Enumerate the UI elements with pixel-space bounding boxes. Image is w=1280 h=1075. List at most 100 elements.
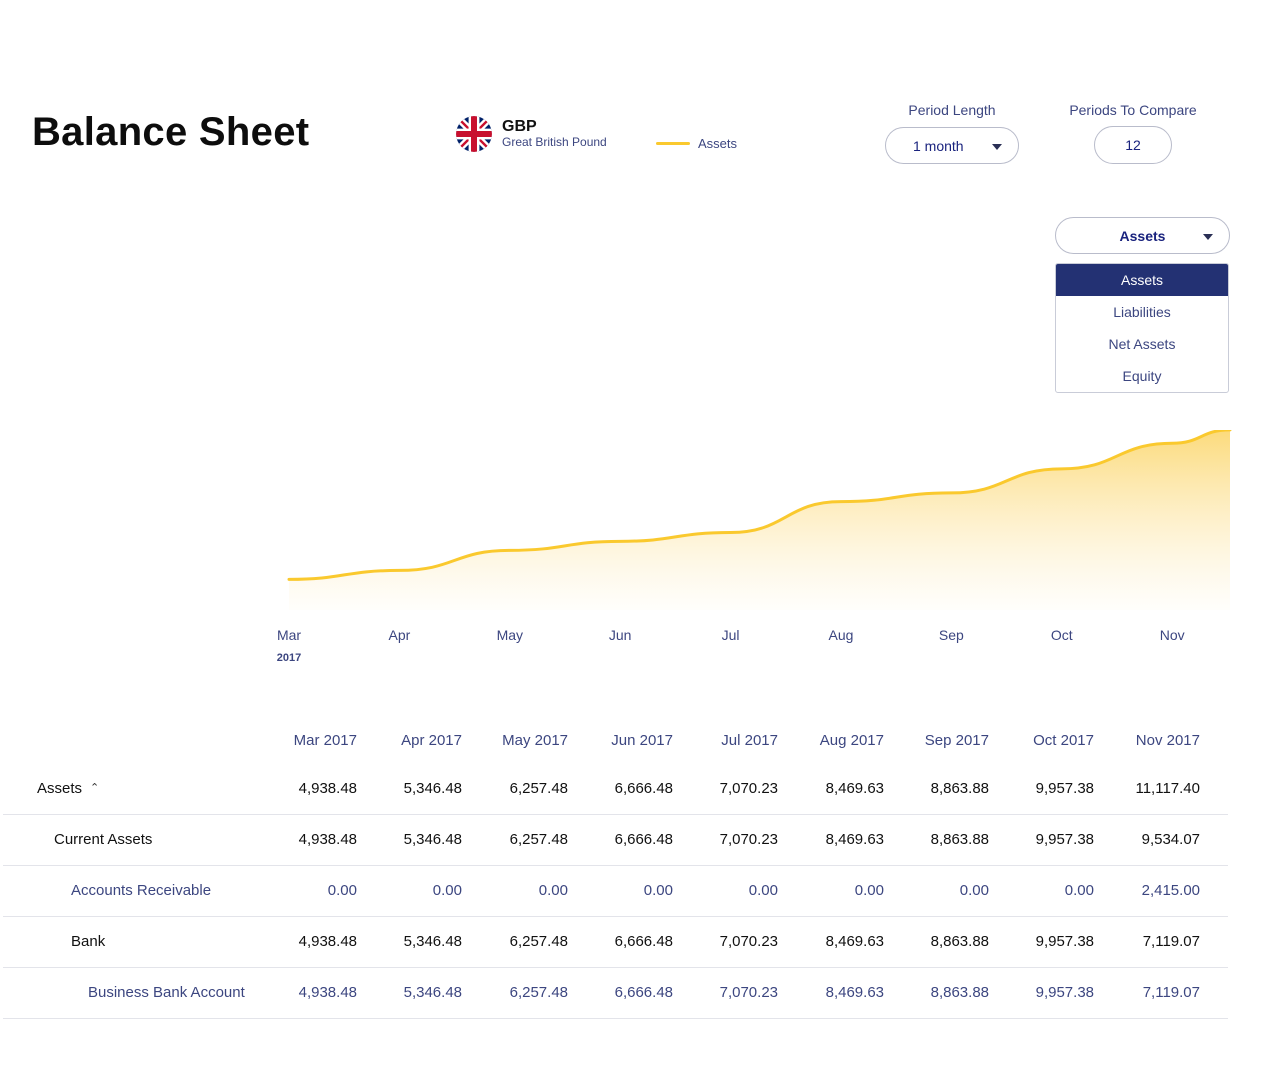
table-cell: 0.00 bbox=[854, 882, 884, 899]
chevron-down-icon bbox=[1203, 234, 1213, 240]
table-cell: 9,957.38 bbox=[1035, 984, 1094, 1001]
chevron-up-icon[interactable]: ⌃ bbox=[90, 781, 99, 794]
page-title: Balance Sheet bbox=[32, 110, 310, 154]
table-row: Bank 4,938.48 5,346.48 6,257.48 6,666.48 7,07… bbox=[3, 917, 1228, 968]
uk-flag-icon bbox=[456, 116, 492, 152]
table-cell: 5,346.48 bbox=[403, 831, 462, 848]
row-label: Bank bbox=[71, 933, 106, 950]
row-label[interactable]: Assets ⌃ bbox=[37, 780, 99, 797]
x-tick-label: Jul bbox=[721, 627, 740, 643]
table-cell: 0.00 bbox=[327, 882, 357, 899]
account-type-dropdown: Assets Liabilities Net Assets Equity bbox=[1055, 263, 1229, 393]
chart-legend: Assets bbox=[656, 136, 737, 151]
table-cell: 6,257.48 bbox=[509, 831, 568, 848]
table-cell: 7,119.07 bbox=[1142, 933, 1200, 950]
period-length-value: 1 month bbox=[913, 137, 964, 154]
table-cell: 6,257.48 bbox=[509, 780, 568, 797]
column-header: Sep 2017 bbox=[924, 732, 989, 749]
row-label: Accounts Receivable bbox=[71, 882, 212, 899]
dropdown-option-liabilities[interactable]: Liabilities bbox=[1056, 296, 1228, 328]
column-header: Jun 2017 bbox=[611, 732, 673, 749]
table-cell: 2,415.00 bbox=[1141, 882, 1200, 899]
column-header: Aug 2017 bbox=[819, 732, 884, 749]
table-cell: 7,070.23 bbox=[719, 984, 778, 1001]
x-tick-label: Jun bbox=[608, 627, 632, 643]
table-body: Assets ⌃ 4,938.48 5,346.48 6,257.48 6,666.48 7… bbox=[3, 764, 1228, 1019]
table-cell: 0.00 bbox=[538, 882, 568, 899]
x-tick-label: Oct bbox=[1050, 627, 1073, 643]
table-cell: 0.00 bbox=[432, 882, 462, 899]
balance-sheet-table: Mar 2017 Apr 2017 May 2017 Jun 2017 Jul 2017… bbox=[3, 716, 1228, 1019]
table-cell: 5,346.48 bbox=[403, 984, 462, 1001]
dropdown-option-equity[interactable]: Equity bbox=[1056, 360, 1228, 392]
x-tick-label: Sep bbox=[938, 627, 964, 643]
table-cell: 8,469.63 bbox=[825, 780, 884, 797]
table-row: Business Bank Account 4,938.48 5,346.48 6,2… bbox=[3, 968, 1228, 1019]
column-header: Mar 2017 bbox=[293, 732, 357, 749]
table-cell: 5,346.48 bbox=[403, 780, 462, 797]
period-length-select[interactable]: 1 month bbox=[885, 127, 1019, 164]
x-year-label: 2017 bbox=[276, 652, 302, 664]
periods-to-compare-label: Periods To Compare bbox=[1069, 102, 1197, 118]
table-cell: 9,957.38 bbox=[1035, 831, 1094, 848]
table-cell: 9,957.38 bbox=[1035, 933, 1094, 950]
table-cell: 8,469.63 bbox=[825, 933, 884, 950]
column-header: Oct 2017 bbox=[1033, 732, 1094, 749]
currency-indicator: GBP Great British Pound bbox=[456, 116, 607, 152]
table-cell: 9,957.38 bbox=[1035, 780, 1094, 797]
table-cell: 8,863.88 bbox=[930, 780, 989, 797]
table-cell: 5,346.48 bbox=[403, 933, 462, 950]
table-cell: 0.00 bbox=[1064, 882, 1094, 899]
table-cell: 7,070.23 bbox=[719, 831, 778, 848]
table-cell: 6,257.48 bbox=[509, 984, 568, 1001]
assets-area-chart bbox=[287, 430, 1232, 610]
table-cell: 6,666.48 bbox=[614, 831, 673, 848]
x-tick-label: Mar bbox=[276, 627, 302, 643]
x-tick-label: Apr bbox=[388, 627, 411, 643]
x-tick-label: May bbox=[496, 627, 524, 643]
table-cell: 8,863.88 bbox=[930, 984, 989, 1001]
column-header: Nov 2017 bbox=[1135, 732, 1200, 749]
table-cell: 8,469.63 bbox=[825, 984, 884, 1001]
table-cell: 4,938.48 bbox=[298, 984, 357, 1001]
table-cell: 4,938.48 bbox=[298, 831, 357, 848]
table-cell: 0.00 bbox=[643, 882, 673, 899]
table-header-row: Mar 2017 Apr 2017 May 2017 Jun 2017 Jul 2017… bbox=[3, 716, 1228, 764]
chart-area-fill bbox=[289, 430, 1230, 610]
table-cell: 6,666.48 bbox=[614, 984, 673, 1001]
periods-to-compare-value: 12 bbox=[1125, 137, 1141, 153]
x-tick-label: Aug bbox=[828, 627, 854, 643]
periods-to-compare-input[interactable]: 12 bbox=[1094, 126, 1172, 164]
table-cell: 9,534.07 bbox=[1141, 831, 1200, 848]
table-row: Accounts Receivable 0.00 0.00 0.00 0.00 0.00 0… bbox=[3, 866, 1228, 917]
table-cell: 7,119.07 bbox=[1142, 984, 1200, 1001]
column-header: Jul 2017 bbox=[721, 732, 778, 749]
row-label: Current Assets bbox=[54, 831, 153, 848]
account-type-select[interactable]: Assets bbox=[1055, 217, 1230, 254]
table-cell: 6,257.48 bbox=[509, 933, 568, 950]
chevron-down-icon bbox=[992, 144, 1002, 150]
table-cell: 8,863.88 bbox=[930, 933, 989, 950]
legend-label: Assets bbox=[698, 136, 738, 151]
table-row: Current Assets 4,938.48 5,346.48 6,257.48 6,… bbox=[3, 815, 1228, 866]
table-cell: 8,863.88 bbox=[930, 831, 989, 848]
currency-code: GBP bbox=[502, 117, 537, 135]
row-label: Business Bank Account bbox=[88, 984, 245, 1001]
table-cell: 0.00 bbox=[748, 882, 778, 899]
column-header: May 2017 bbox=[502, 732, 568, 749]
dropdown-option-net-assets[interactable]: Net Assets bbox=[1056, 328, 1228, 360]
table-cell: 0.00 bbox=[959, 882, 989, 899]
legend-swatch bbox=[656, 142, 690, 145]
table-cell: 4,938.48 bbox=[298, 780, 357, 797]
column-header: Apr 2017 bbox=[401, 732, 462, 749]
table-cell: 7,070.23 bbox=[719, 933, 778, 950]
dropdown-option-assets[interactable]: Assets bbox=[1056, 264, 1228, 296]
x-tick-label: Nov bbox=[1159, 627, 1185, 643]
table-cell: 6,666.48 bbox=[614, 933, 673, 950]
account-type-value: Assets bbox=[1119, 227, 1166, 244]
table-cell: 7,070.23 bbox=[719, 780, 778, 797]
table-cell: 11,117.40 bbox=[1135, 780, 1200, 797]
table-cell: 4,938.48 bbox=[298, 933, 357, 950]
table-cell: 6,666.48 bbox=[614, 780, 673, 797]
currency-name: Great British Pound bbox=[502, 135, 607, 150]
